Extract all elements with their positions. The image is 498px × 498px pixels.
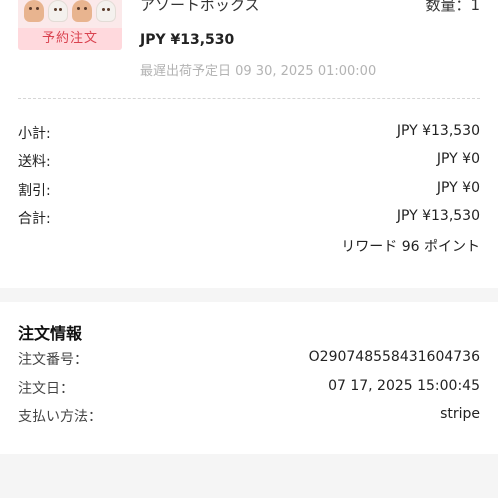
order-number-value[interactable]: O290748558431604736 xyxy=(309,349,480,365)
figure-icon xyxy=(48,0,68,22)
order-date-label: 注文日： xyxy=(18,381,74,397)
payment-method-label: 支払い方法： xyxy=(18,409,102,425)
product-thumbnail[interactable]: 予約注文 xyxy=(18,0,122,50)
order-number-label: 注文番号： xyxy=(18,352,88,368)
total-value: JPY ¥13,530 xyxy=(396,208,480,224)
preorder-badge: 予約注文 xyxy=(18,28,122,50)
figure-icon xyxy=(96,0,116,22)
payment-method-value: stripe xyxy=(440,406,480,422)
latest-ship-date: 最遅出荷予定日 09 30, 2025 01:00:00 xyxy=(140,64,377,79)
total-label: 合計: xyxy=(18,211,51,227)
order-info-title: 注文情報 xyxy=(18,324,83,343)
order-date-value: 07 17, 2025 15:00:45 xyxy=(328,378,480,394)
shipping-label: 送料: xyxy=(18,154,51,170)
dashed-divider xyxy=(18,98,480,99)
subtotal-row: 小計: JPY ¥13,530 xyxy=(18,123,480,145)
product-price: JPY ¥13,530 xyxy=(140,32,235,48)
subtotal-value: JPY ¥13,530 xyxy=(396,123,480,139)
figure-illustration xyxy=(24,0,116,22)
total-row: 合計: JPY ¥13,530 xyxy=(18,208,480,230)
shipping-value: JPY ¥0 xyxy=(436,151,480,167)
order-number-row: 注文番号： O290748558431604736 xyxy=(18,349,480,371)
shipping-row: 送料: JPY ¥0 xyxy=(18,151,480,173)
figure-icon xyxy=(24,0,44,22)
order-date-row: 注文日： 07 17, 2025 15:00:45 xyxy=(18,378,480,400)
discount-value: JPY ¥0 xyxy=(436,180,480,196)
reward-points: リワード 96 ポイント xyxy=(341,239,480,255)
discount-row: 割引: JPY ¥0 xyxy=(18,180,480,202)
product-name: アソートボックス xyxy=(140,0,260,14)
payment-method-row: 支払い方法： stripe xyxy=(18,406,480,428)
order-item-card: 予約注文 アソートボックス 数量：1 JPY ¥13,530 最遅出荷予定日 0… xyxy=(0,0,498,288)
subtotal-label: 小計: xyxy=(18,126,51,142)
figure-icon xyxy=(72,0,92,22)
product-quantity: 数量：1 xyxy=(425,0,480,14)
discount-label: 割引: xyxy=(18,183,51,199)
